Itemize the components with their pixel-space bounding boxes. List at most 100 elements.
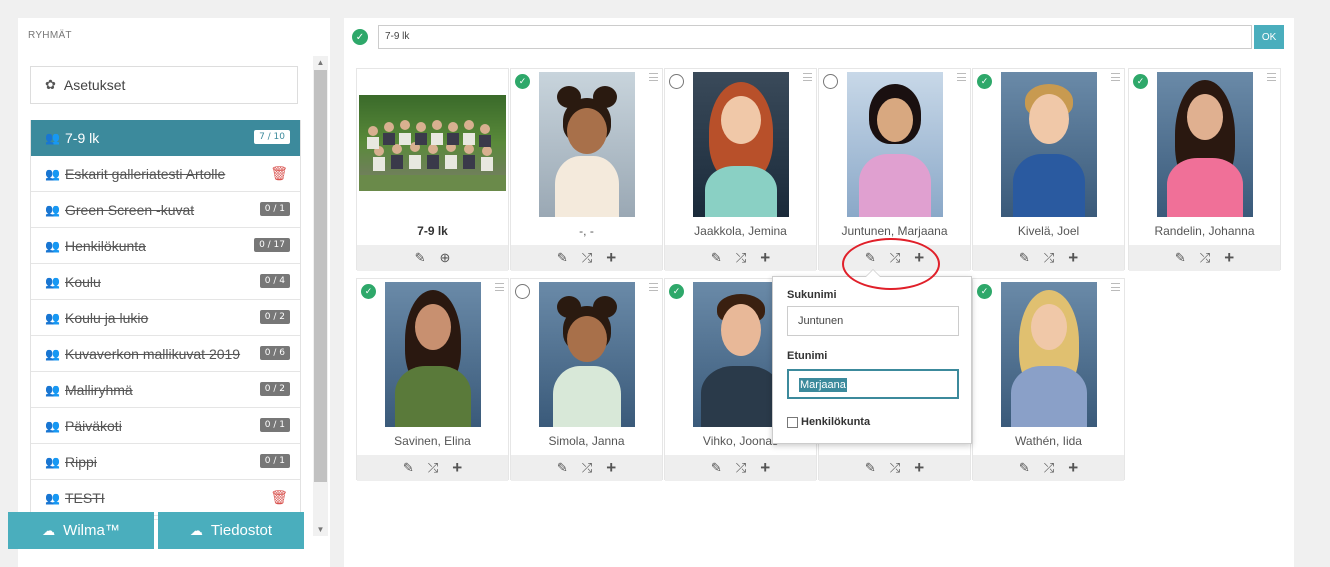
group-item-rippi[interactable]: 👥 Rippi 0 / 1: [31, 444, 300, 480]
edit-name-popover: Sukunimi Juntunen Etunimi Marjaana Henki…: [772, 269, 972, 444]
select-radio[interactable]: [515, 284, 530, 299]
select-radio[interactable]: [669, 74, 684, 89]
card-name: 7-9 lk: [417, 224, 448, 238]
pencil-icon[interactable]: ✎: [865, 460, 876, 476]
scroll-up-arrow-icon[interactable]: ▲: [313, 58, 328, 67]
group-item-koulu-ja-lukio[interactable]: 👥 Koulu ja lukio 0 / 2: [31, 300, 300, 336]
drag-handle-icon[interactable]: [803, 73, 812, 81]
pencil-icon[interactable]: ✎: [1019, 460, 1030, 476]
card-actions: ✎ ⤮ +: [511, 245, 662, 271]
plus-icon[interactable]: +: [760, 248, 770, 268]
wilma-button[interactable]: ☁ Wilma™: [8, 512, 154, 549]
drag-handle-icon[interactable]: [1267, 73, 1276, 81]
photo-card[interactable]: ✓ Savinen, Elina ✎ ⤮ +: [356, 278, 509, 481]
checkbox-box[interactable]: [787, 416, 798, 428]
shuffle-icon[interactable]: ⤮: [1200, 250, 1210, 266]
plus-icon[interactable]: +: [606, 248, 616, 268]
surname-field[interactable]: Juntunen: [787, 306, 959, 336]
card-actions: ✎ ⤮ +: [665, 455, 816, 481]
plus-icon[interactable]: +: [1068, 248, 1078, 268]
trash-icon[interactable]: 🗑: [270, 165, 288, 182]
pencil-icon[interactable]: ✎: [403, 460, 414, 476]
shuffle-icon[interactable]: ⤮: [582, 250, 592, 266]
drag-handle-icon[interactable]: [649, 283, 658, 291]
plus-icon[interactable]: +: [1224, 248, 1234, 268]
shuffle-icon[interactable]: ⤮: [582, 460, 592, 476]
pencil-icon[interactable]: ✎: [711, 250, 722, 266]
group-item-testi[interactable]: 👥 TESTI 🗑: [31, 480, 300, 516]
group-item-paivakoti[interactable]: 👥 Päiväkoti 0 / 1: [31, 408, 300, 444]
zoom-in-icon[interactable]: ⊕: [440, 250, 451, 266]
plus-icon[interactable]: +: [1068, 458, 1078, 478]
card-name: Kivelä, Joel: [1017, 224, 1080, 238]
firstname-label: Etunimi: [787, 350, 828, 362]
drag-handle-icon[interactable]: [495, 283, 504, 291]
firstname-field[interactable]: Marjaana: [787, 369, 959, 399]
group-count-badge: 0 / 17: [254, 238, 290, 252]
photo-card[interactable]: ✓ -, - ✎ ⤮ +: [510, 68, 663, 271]
drag-handle-icon[interactable]: [957, 73, 966, 81]
card-actions: ✎ ⤮ +: [665, 245, 816, 271]
plus-icon[interactable]: +: [914, 458, 924, 478]
group-item-green-screen[interactable]: 👥 Green Screen -kuvat 0 / 1: [31, 192, 300, 228]
pencil-icon[interactable]: ✎: [557, 250, 568, 266]
photo-card[interactable]: ✓ Kivelä, Joel ✎ ⤮ +: [972, 68, 1125, 271]
staff-checkbox[interactable]: Henkilökunta: [787, 416, 870, 428]
pencil-icon[interactable]: ✎: [415, 250, 426, 266]
check-icon[interactable]: ✓: [515, 74, 530, 89]
pencil-icon[interactable]: ✎: [1175, 250, 1186, 266]
drag-handle-icon[interactable]: [1111, 283, 1120, 291]
group-item-eskarit[interactable]: 👥 Eskarit galleriatesti Artolle 🗑: [31, 156, 300, 192]
check-icon[interactable]: ✓: [977, 74, 992, 89]
check-icon[interactable]: ✓: [669, 284, 684, 299]
photo-card[interactable]: Jaakkola, Jemina ✎ ⤮ +: [664, 68, 817, 271]
plus-icon[interactable]: +: [760, 458, 770, 478]
tiedostot-label: Tiedostot: [210, 522, 273, 539]
group-item-henkilokunta[interactable]: 👥 Henkilökunta 0 / 17: [31, 228, 300, 264]
scroll-down-arrow-icon[interactable]: ▼: [313, 525, 328, 534]
shuffle-icon[interactable]: ⤮: [1044, 250, 1054, 266]
tiedostot-button[interactable]: ☁ Tiedostot: [158, 512, 304, 549]
portrait-photo: [693, 72, 789, 217]
group-item-malliryhma[interactable]: 👥 Malliryhmä 0 / 2: [31, 372, 300, 408]
ok-button[interactable]: OK: [1254, 25, 1285, 49]
check-icon[interactable]: ✓: [1133, 74, 1148, 89]
portrait-photo: [1001, 282, 1097, 427]
shuffle-icon[interactable]: ⤮: [890, 460, 900, 476]
trash-icon[interactable]: 🗑: [270, 489, 288, 506]
pencil-icon[interactable]: ✎: [557, 460, 568, 476]
photo-card[interactable]: ✓ Randelin, Johanna ✎ ⤮ +: [1128, 68, 1281, 271]
portrait-photo: [1157, 72, 1253, 217]
photo-card[interactable]: Simola, Janna ✎ ⤮ +: [510, 278, 663, 481]
pencil-icon[interactable]: ✎: [711, 460, 722, 476]
pencil-icon[interactable]: ✎: [1019, 250, 1030, 266]
card-name: Simola, Janna: [548, 434, 625, 448]
shuffle-icon[interactable]: ⤮: [736, 460, 746, 476]
check-icon[interactable]: ✓: [977, 284, 992, 299]
users-icon: 👥: [45, 166, 60, 181]
shuffle-icon[interactable]: ⤮: [428, 460, 438, 476]
drag-handle-icon[interactable]: [1111, 73, 1120, 81]
drag-handle-icon[interactable]: [649, 73, 658, 81]
group-item-kuvaverkon[interactable]: 👥 Kuvaverkon mallikuvat 2019 0 / 6: [31, 336, 300, 372]
settings-button[interactable]: ✿ Asetukset: [30, 66, 298, 104]
scrollbar-thumb[interactable]: [314, 70, 327, 482]
photo-card-group[interactable]: 7-9 lk ✎ ⊕: [356, 68, 509, 271]
card-name: Jaakkola, Jemina: [694, 224, 787, 238]
group-label: Malliryhmä: [65, 381, 133, 398]
group-name-input[interactable]: 7-9 lk: [377, 25, 1253, 49]
users-icon: 👥: [45, 310, 60, 325]
shuffle-icon[interactable]: ⤮: [1044, 460, 1054, 476]
photo-card[interactable]: ✓ Wathén, Iida ✎ ⤮ +: [972, 278, 1125, 481]
shuffle-icon[interactable]: ⤮: [736, 250, 746, 266]
group-item-7-9-lk[interactable]: 👥 7-9 lk 7 / 10: [31, 120, 300, 156]
group-label: TESTI: [65, 489, 105, 506]
plus-icon[interactable]: +: [452, 458, 462, 478]
check-icon[interactable]: ✓: [361, 284, 376, 299]
group-item-koulu[interactable]: 👥 Koulu 0 / 4: [31, 264, 300, 300]
group-label: Päiväkoti: [65, 417, 122, 434]
plus-icon[interactable]: +: [606, 458, 616, 478]
group-list-scrollbar[interactable]: ▲ ▼: [313, 56, 328, 536]
select-radio[interactable]: [823, 74, 838, 89]
group-name-bar: ✓ 7-9 lk OK: [352, 25, 1285, 49]
